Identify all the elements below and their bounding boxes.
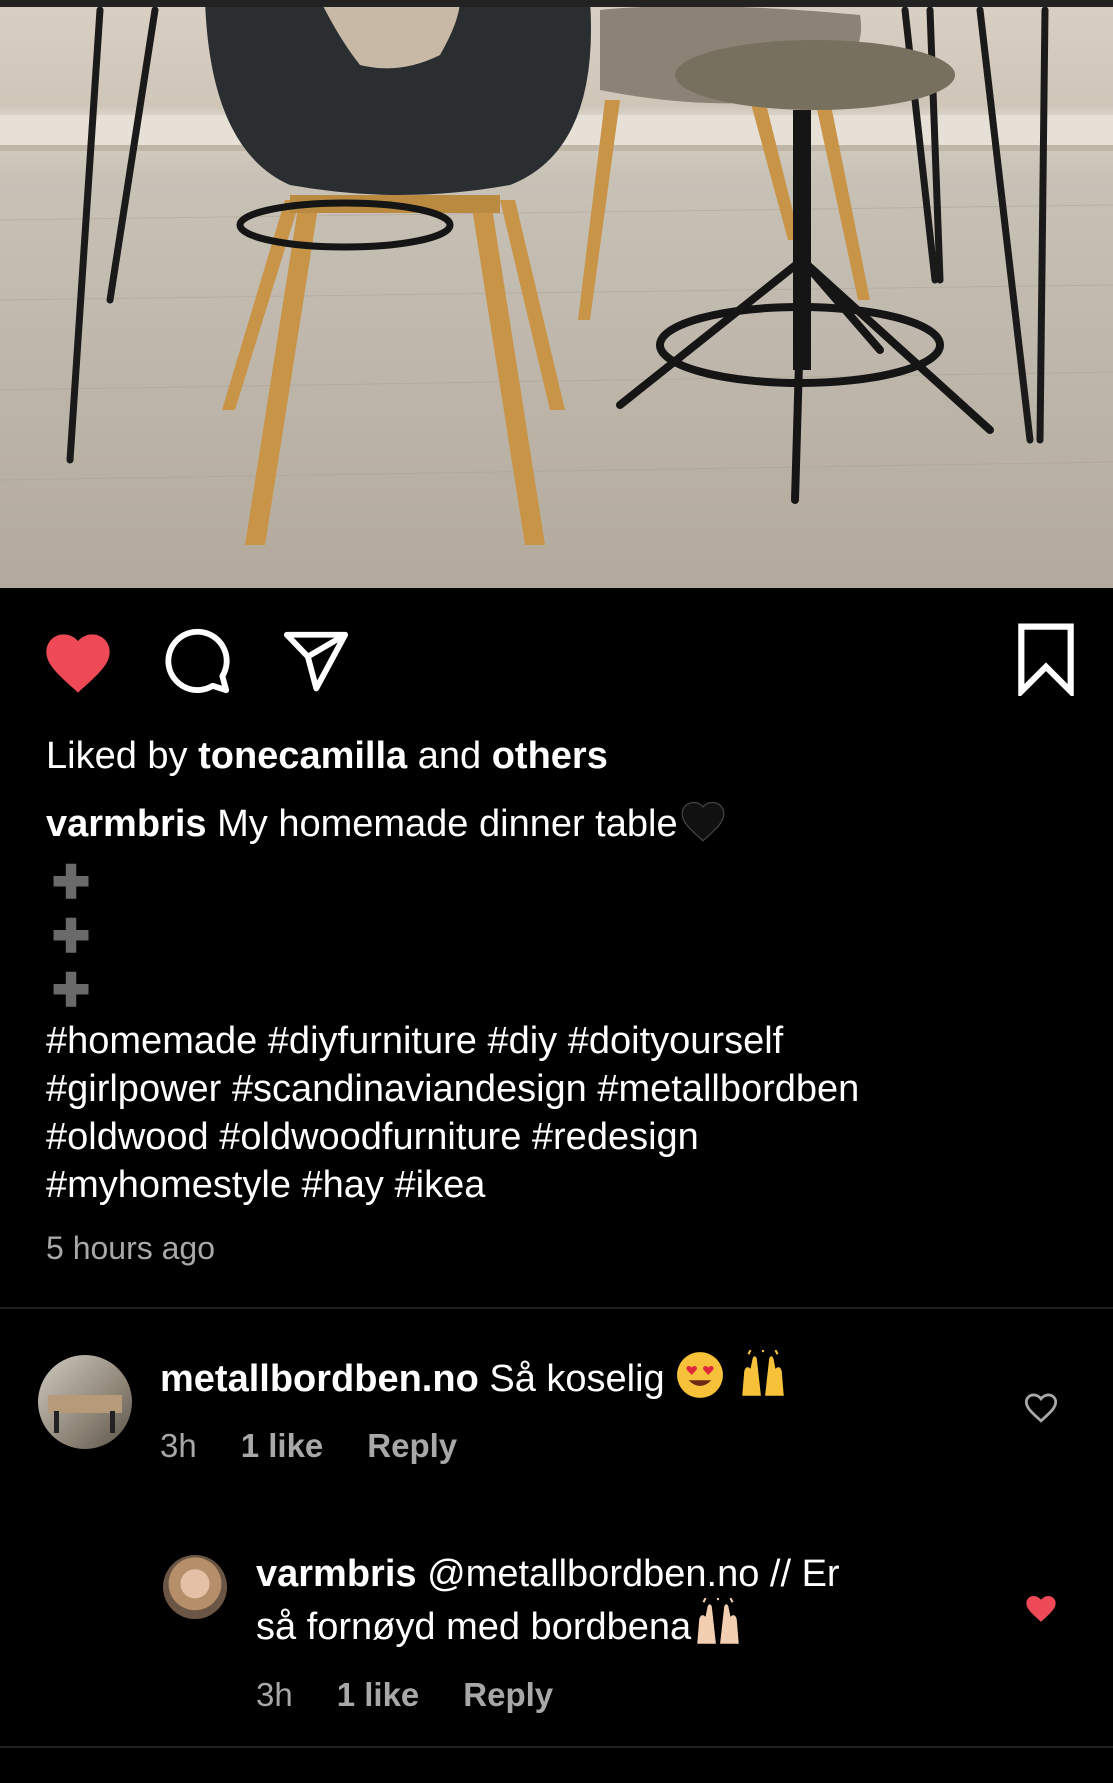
comment-body: metallbordben.no Så koselig <box>160 1348 790 1412</box>
post-action-bar <box>0 620 1113 700</box>
status-strip <box>0 0 1113 7</box>
hashtags-line[interactable]: #homemade #diyfurniture #diy #doityourse… <box>46 1017 1066 1065</box>
post-photo[interactable] <box>0 0 1113 588</box>
heart-icon[interactable] <box>1022 1390 1060 1429</box>
post-caption: varmbris My homemade dinner table ✚ ✚ ✚ … <box>46 797 1066 1209</box>
comment-body: varmbris @metallbordben.no // Er så forn… <box>256 1550 840 1660</box>
black-heart-emoji-icon <box>678 797 728 855</box>
caption-text: My homemade dinner table <box>217 803 678 846</box>
heart-icon[interactable] <box>1022 1591 1060 1630</box>
comment-text: så fornøyd med bordbena <box>256 1606 692 1649</box>
paper-plane-icon[interactable] <box>280 626 352 701</box>
avatar[interactable] <box>163 1555 227 1619</box>
comment-meta: 3h 1 like Reply <box>256 1676 597 1714</box>
raising-hands-emoji-icon <box>736 1348 790 1412</box>
hashtags[interactable]: #homemade #diyfurniture #diy #doityourse… <box>46 1017 1066 1209</box>
plus-icon: ✚ <box>51 964 91 1016</box>
liked-by-user[interactable]: tonecamilla <box>198 735 407 777</box>
bookmark-icon[interactable] <box>1014 622 1078 701</box>
liked-by-middle: and <box>407 735 492 777</box>
comment-time: 3h <box>160 1427 197 1464</box>
comment-meta: 3h 1 like Reply <box>160 1427 501 1465</box>
heart-eyes-emoji-icon <box>675 1350 725 1412</box>
caption-first-line: varmbris My homemade dinner table <box>46 797 1066 855</box>
furniture-illustration <box>0 0 1113 545</box>
liked-by-prefix: Liked by <box>46 735 199 777</box>
comment-icon[interactable] <box>162 626 232 701</box>
divider <box>0 1307 1113 1309</box>
plus-icon: ✚ <box>51 910 91 962</box>
divider <box>0 1746 1113 1748</box>
comment-time: 3h <box>256 1676 293 1713</box>
raising-hands-emoji-icon <box>691 1596 745 1660</box>
liked-by-others[interactable]: others <box>492 735 608 777</box>
hashtags-line[interactable]: #oldwood #oldwoodfurniture #redesign <box>46 1113 1066 1161</box>
hashtags-line[interactable]: #girlpower #scandinaviandesign #metallbo… <box>46 1065 1066 1113</box>
comment-mention[interactable]: @metallbordben.no <box>427 1553 759 1595</box>
comment-author[interactable]: varmbris <box>256 1553 417 1595</box>
likes-summary[interactable]: Liked by tonecamilla and others <box>46 735 608 778</box>
reply-button[interactable]: Reply <box>463 1676 553 1713</box>
comment-text: Så koselig <box>489 1358 665 1401</box>
comment-likes[interactable]: 1 like <box>241 1427 324 1464</box>
plus-icon: ✚ <box>51 856 91 908</box>
comment-likes[interactable]: 1 like <box>337 1676 420 1713</box>
caption-author[interactable]: varmbris <box>46 803 207 845</box>
post-timestamp: 5 hours ago <box>46 1230 216 1266</box>
comment-text: // Er <box>759 1553 840 1595</box>
reply-button[interactable]: Reply <box>367 1427 457 1464</box>
heart-icon[interactable] <box>40 626 116 701</box>
avatar[interactable] <box>38 1355 132 1449</box>
comment-author[interactable]: metallbordben.no <box>160 1358 479 1400</box>
hashtags-line[interactable]: #myhomestyle #hay #ikea <box>46 1161 1066 1209</box>
